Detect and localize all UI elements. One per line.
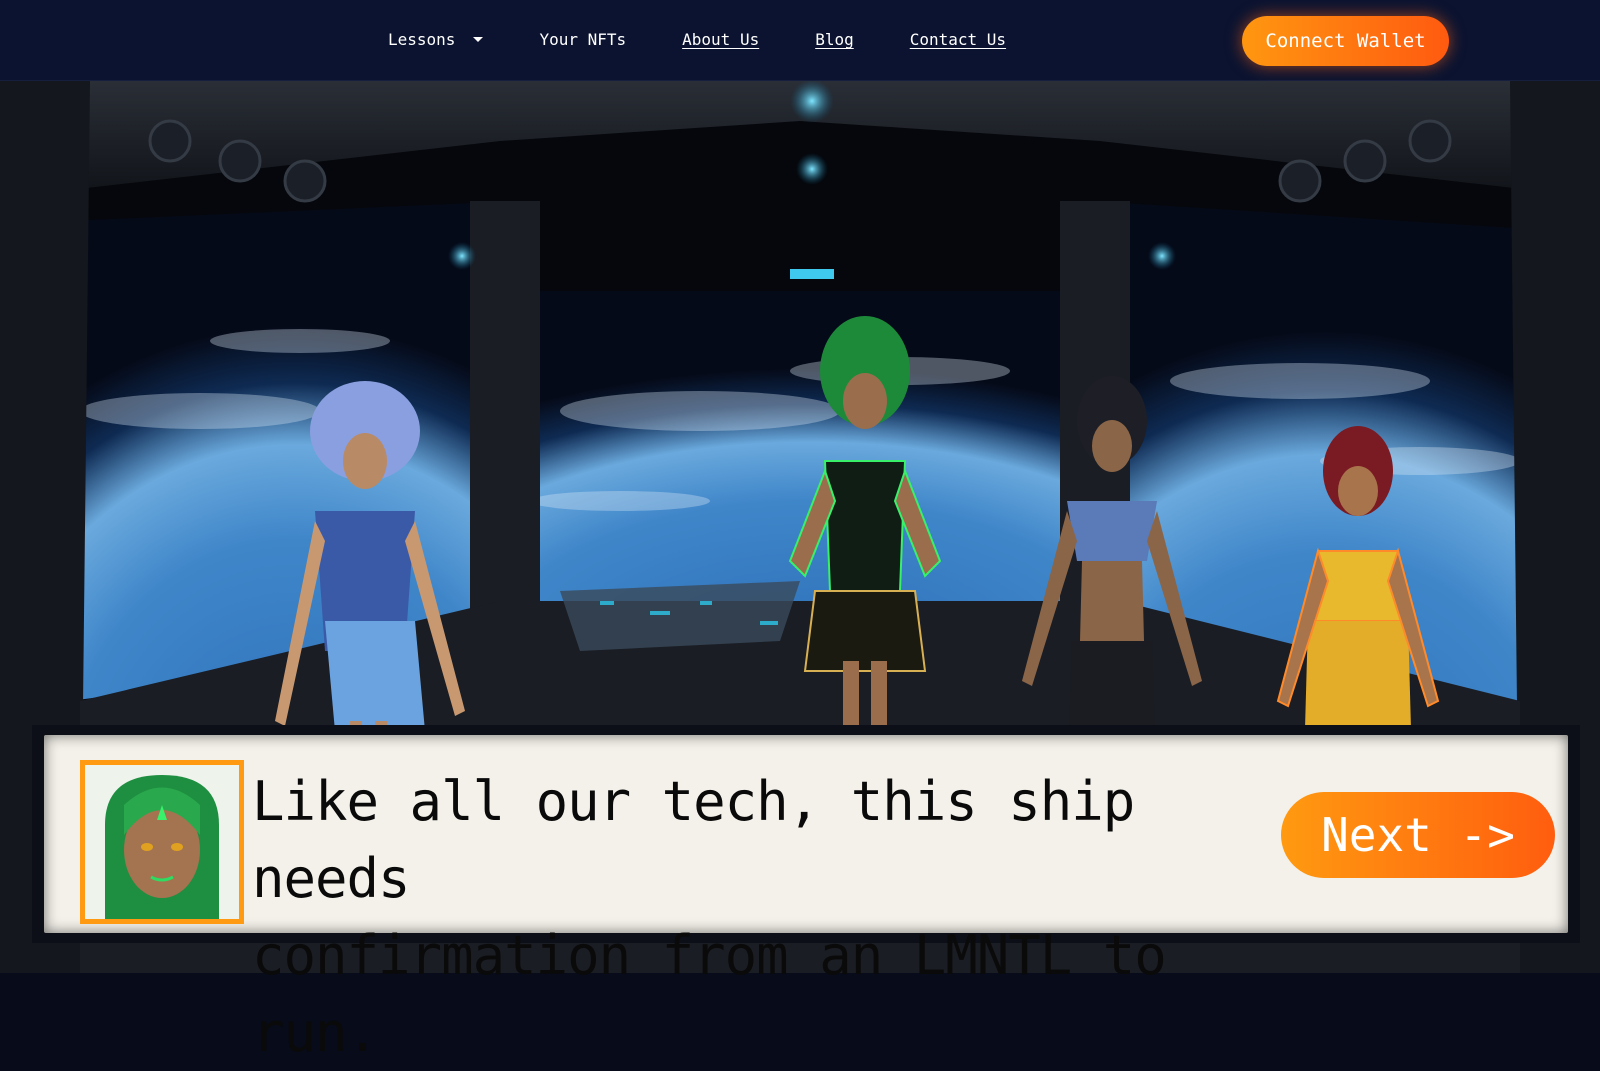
speaker-avatar-icon — [85, 765, 239, 919]
nav-lessons-label: Lessons — [388, 30, 456, 49]
caret-down-icon — [473, 37, 484, 42]
top-navbar: Lessons Your NFTs About Us Blog Contact … — [0, 0, 1600, 81]
dialog-panel: Like all our tech, this ship needs confi… — [44, 735, 1568, 1064]
next-button[interactable]: Next -> — [1281, 792, 1555, 878]
connect-wallet-button[interactable]: Connect Wallet — [1242, 16, 1449, 66]
dialog-box: Like all our tech, this ship needs confi… — [32, 725, 1580, 1064]
nav-links: Lessons Your NFTs About Us Blog Contact … — [388, 30, 1006, 49]
nav-blog-link[interactable]: Blog — [815, 30, 854, 49]
speaker-portrait — [80, 760, 244, 924]
dialog-line-2: confirmation from an LMNTL to run. — [252, 924, 1167, 1064]
nav-contact-us-link[interactable]: Contact Us — [910, 30, 1006, 49]
dialog-line-1: Like all our tech, this ship needs — [252, 770, 1135, 910]
nav-your-nfts-link[interactable]: Your NFTs — [539, 30, 626, 49]
nav-about-us-link[interactable]: About Us — [682, 30, 759, 49]
dialog-text: Like all our tech, this ship needs confi… — [252, 763, 1282, 1071]
nav-lessons-dropdown[interactable]: Lessons — [388, 30, 484, 49]
